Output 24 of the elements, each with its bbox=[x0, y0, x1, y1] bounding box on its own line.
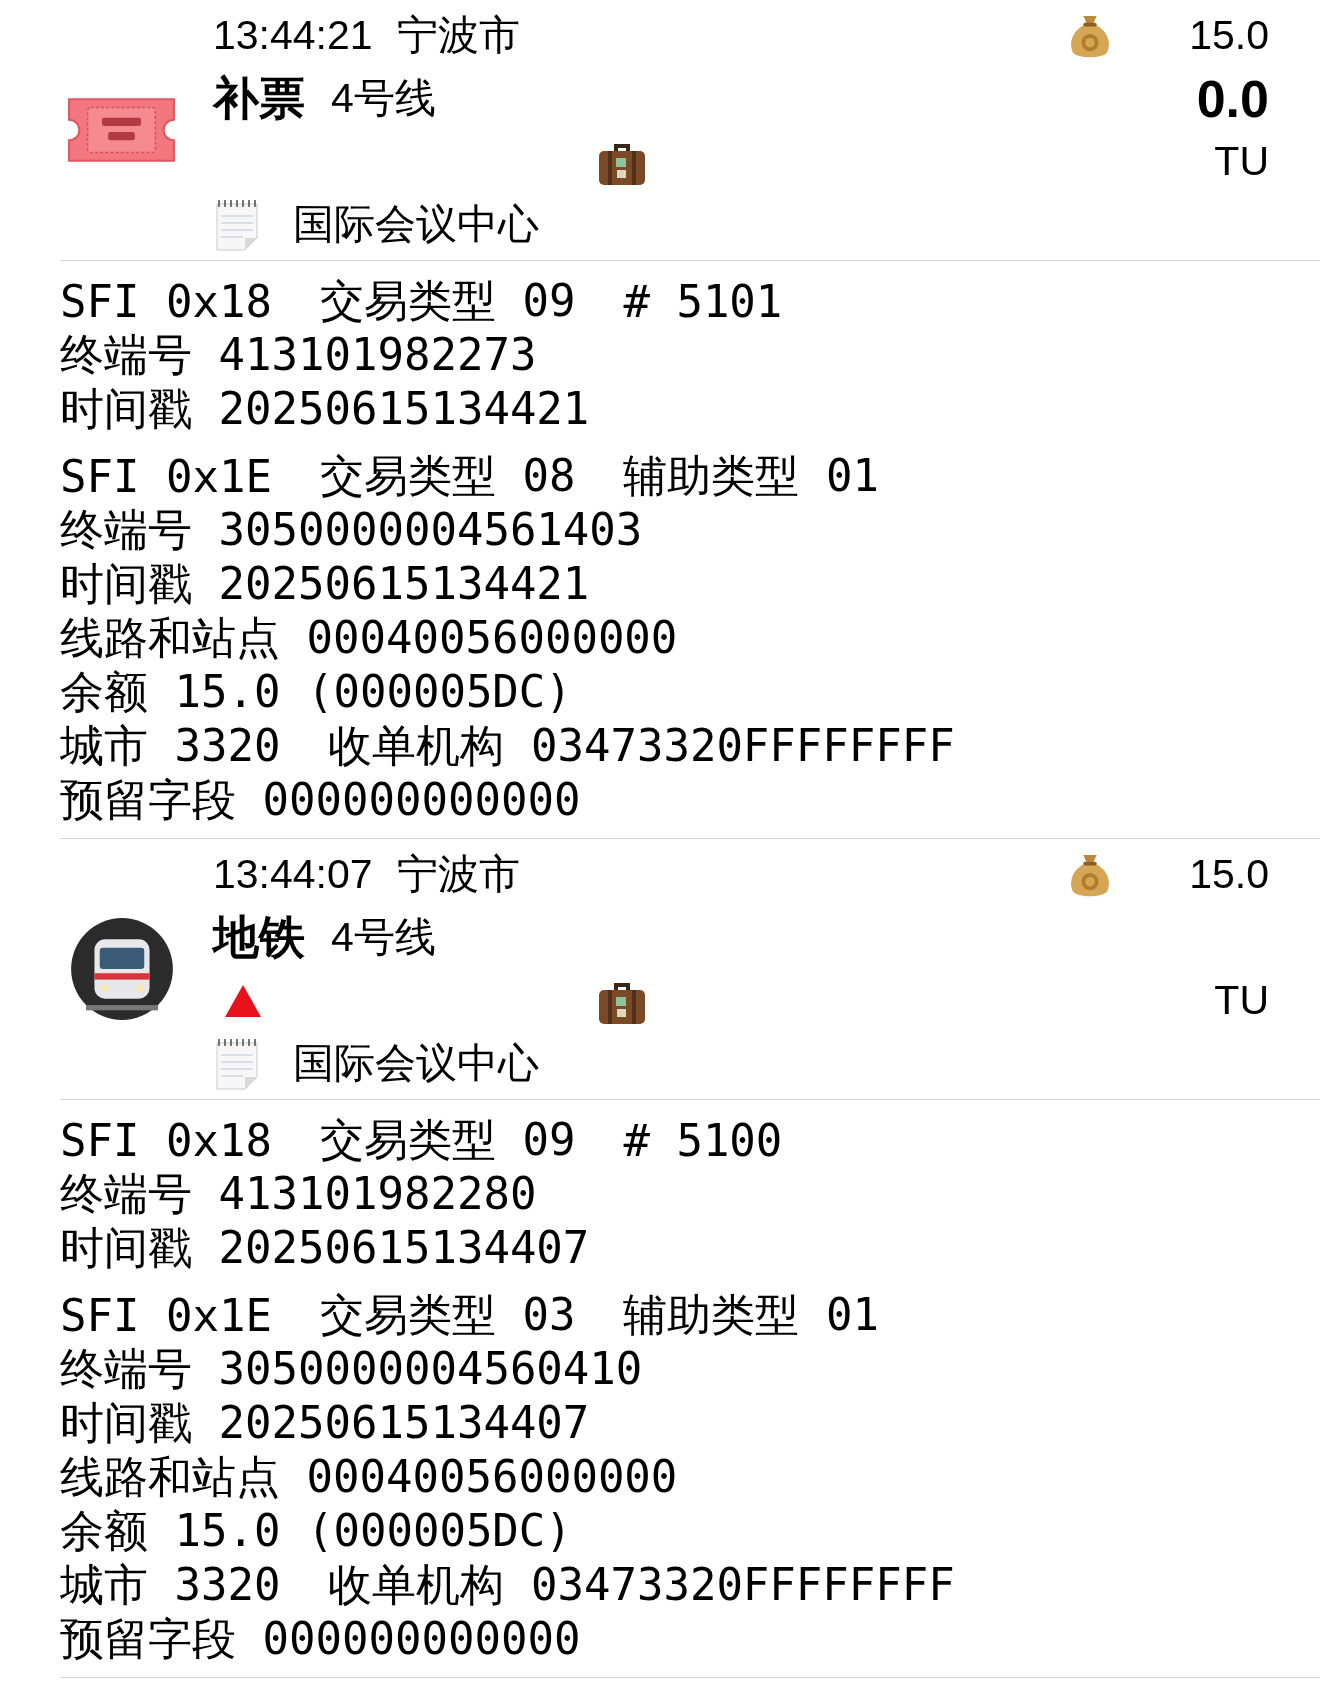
city: 宁波市 bbox=[396, 850, 520, 899]
amount: 15.0 bbox=[1189, 12, 1269, 59]
station-name: 国际会议中心 bbox=[293, 1039, 539, 1088]
unit: TU bbox=[1214, 977, 1269, 1024]
record-field: # 5100 bbox=[623, 1114, 783, 1166]
station-name: 国际会议中心 bbox=[293, 200, 539, 249]
unit: TU bbox=[1214, 138, 1269, 185]
transaction-type: 地铁 bbox=[213, 909, 305, 965]
record-field: SFI 0x1E bbox=[60, 450, 272, 502]
city: 宁波市 bbox=[396, 11, 520, 60]
line-name: 4号线 bbox=[331, 913, 436, 962]
transaction-type: 补票 bbox=[213, 70, 305, 126]
amount: 15.0 bbox=[1189, 851, 1269, 898]
record-field: SFI 0x18 bbox=[60, 1114, 272, 1166]
time: 13:44:07 bbox=[213, 851, 373, 898]
balance-change: 0.0 bbox=[1196, 68, 1269, 129]
record-field: SFI 0x1E bbox=[60, 1289, 272, 1341]
notepad-icon bbox=[213, 1036, 261, 1091]
line-name: 4号线 bbox=[331, 74, 436, 123]
record-field: SFI 0x18 bbox=[60, 275, 272, 327]
time: 13:44:21 bbox=[213, 12, 373, 59]
train-icon bbox=[68, 916, 175, 1022]
notepad-icon bbox=[213, 197, 261, 252]
record-field: # 5101 bbox=[623, 275, 783, 327]
